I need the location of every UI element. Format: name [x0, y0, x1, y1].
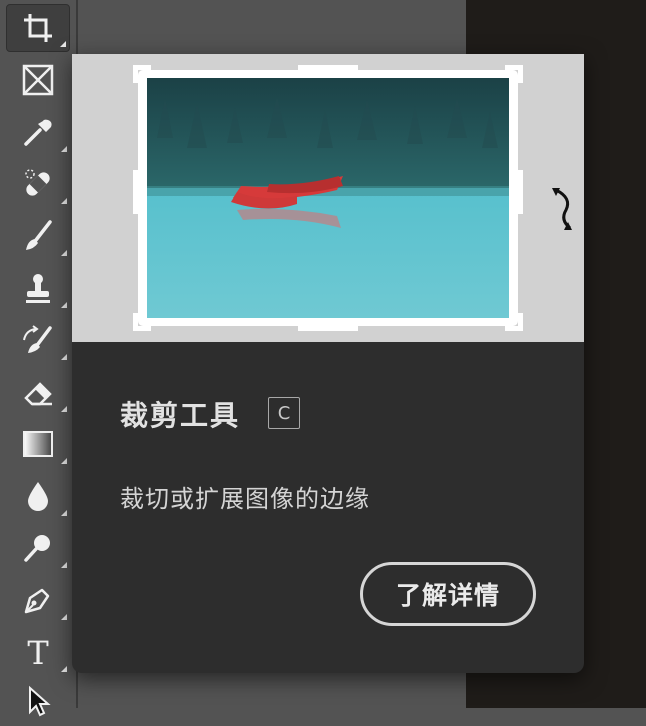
gradient-icon: [23, 431, 53, 457]
healing-brush-tool[interactable]: [6, 160, 70, 208]
eyedropper-icon: [24, 119, 52, 146]
tooltip-title: 裁剪工具: [120, 399, 241, 432]
crop-handle-bottom: [298, 326, 358, 331]
type-tool[interactable]: T: [6, 628, 70, 676]
rotate-icon: [552, 188, 572, 230]
eyedropper-tool[interactable]: [6, 108, 70, 156]
crop-handle-top: [298, 65, 358, 70]
pen-icon: [24, 588, 50, 614]
water-drop-icon: [28, 482, 48, 511]
arrow-cursor-icon: [29, 685, 51, 717]
crop-handle-bottom-right-v: [518, 313, 523, 331]
crop-icon: [24, 14, 52, 42]
crop-preview-image: [138, 70, 518, 326]
history-brush-tool[interactable]: [6, 316, 70, 364]
shortcut-key-badge: C: [268, 397, 300, 429]
bandage-icon: [25, 169, 50, 196]
crop-tool[interactable]: [6, 4, 70, 52]
brush-icon: [26, 220, 52, 250]
blur-tool[interactable]: [6, 472, 70, 520]
crop-handle-right: [518, 170, 523, 214]
brush-tool[interactable]: [6, 212, 70, 260]
rich-tooltip: 裁剪工具 C 裁切或扩展图像的边缘 了解详情: [72, 54, 584, 673]
crop-handle-left: [133, 170, 138, 214]
crop-handle-top-right-v: [518, 65, 523, 83]
type-icon: T: [27, 634, 49, 672]
svg-text:T: T: [27, 634, 49, 672]
eraser-icon: [24, 382, 52, 406]
pen-tool[interactable]: [6, 576, 70, 624]
tools-panel: T: [0, 0, 78, 717]
eraser-tool[interactable]: [6, 368, 70, 416]
crop-handle-bottom-left-v: [133, 313, 138, 331]
history-brush-icon: [23, 325, 52, 353]
gradient-tool[interactable]: [6, 420, 70, 468]
path-selection-tool[interactable]: [6, 678, 70, 726]
frame-icon: [22, 64, 54, 96]
tooltip-preview: [72, 54, 584, 342]
tooltip-description: 裁切或扩展图像的边缘: [120, 485, 370, 513]
stamp-icon: [26, 274, 50, 303]
clone-stamp-tool[interactable]: [6, 264, 70, 312]
dodge-icon: [24, 535, 50, 562]
learn-more-button[interactable]: 了解详情: [360, 562, 536, 626]
frame-tool[interactable]: [6, 56, 70, 104]
lake-canoe-photo: [147, 78, 509, 318]
crop-handle-top-left-v: [133, 65, 138, 83]
dodge-tool[interactable]: [6, 524, 70, 572]
